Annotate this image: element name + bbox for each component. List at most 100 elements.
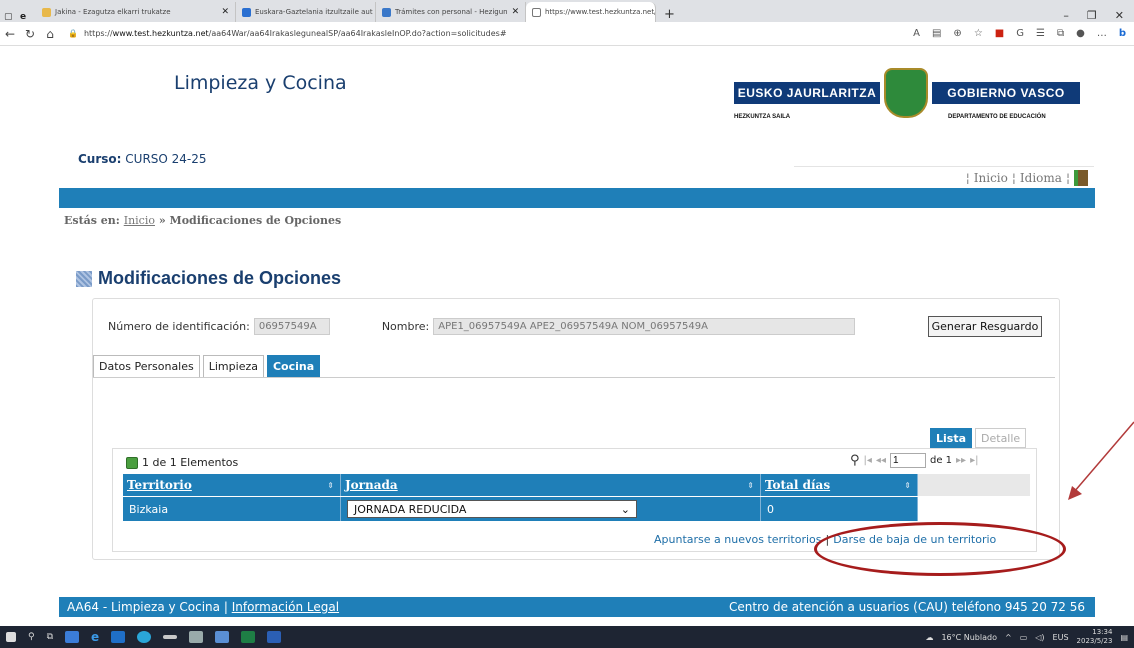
sort-icon: ⇕ <box>327 480 334 490</box>
ie-icon[interactable]: e <box>91 630 99 644</box>
home-icon[interactable]: ⌂ <box>40 27 60 41</box>
browser-tab-bar: ▢ e Jakina - Ezagutza elkarri trukatze ✕ … <box>0 0 1134 22</box>
network-icon[interactable]: ▭ <box>1020 633 1028 642</box>
minimize-icon[interactable]: – <box>1063 9 1069 22</box>
col-territorio[interactable]: Territorio ⇕ <box>123 474 341 496</box>
widgets-icon[interactable] <box>65 631 80 643</box>
tab-cocina[interactable]: Cocina <box>266 355 321 377</box>
edge-taskbar-icon[interactable] <box>137 631 152 643</box>
edge-icon[interactable]: e <box>20 12 36 22</box>
name-label: Nombre: <box>381 320 430 333</box>
new-tab-icon[interactable]: + <box>656 7 683 22</box>
browser-tab-3[interactable]: Trámites con personal - Hezigun ✕ <box>376 2 526 22</box>
clock-date: 2023/5/23 <box>1076 637 1113 645</box>
excel-icon[interactable] <box>241 631 256 643</box>
favorites-icon[interactable]: ☰ <box>1036 28 1045 39</box>
breadcrumb: Estás en: Inicio » Modificaciones de Opc… <box>64 214 341 227</box>
last-page-icon[interactable]: ▸| <box>970 455 978 466</box>
back-icon[interactable]: ← <box>0 27 20 41</box>
clock[interactable]: 13:34 2023/5/23 <box>1077 628 1113 646</box>
immersive-reader-icon[interactable]: ▤ <box>932 28 941 39</box>
start-icon[interactable] <box>6 632 16 642</box>
close-icon[interactable]: ✕ <box>512 7 520 17</box>
close-icon[interactable]: ✕ <box>221 7 229 17</box>
grid-count: 1 de 1 Elementos <box>126 456 238 469</box>
cell-jornada: JORNADA REDUCIDA ⌄ <box>341 497 761 521</box>
bing-icon[interactable]: b <box>1119 28 1126 39</box>
jornada-value: JORNADA REDUCIDA <box>354 502 467 516</box>
col-total-dias[interactable]: Total días ⇕ <box>761 474 918 496</box>
more-icon[interactable]: … <box>1097 28 1107 39</box>
col-label: Territorio <box>127 478 192 492</box>
breadcrumb-home-link[interactable]: Inicio <box>124 214 155 227</box>
col-jornada[interactable]: Jornada ⇕ <box>341 474 761 496</box>
export-grid-icon[interactable] <box>126 456 138 469</box>
first-page-icon[interactable]: |◂ <box>864 455 872 466</box>
course-info: Curso: CURSO 24-25 <box>78 152 207 166</box>
language-indicator[interactable]: EUS <box>1053 633 1069 642</box>
app-icon[interactable] <box>215 631 230 643</box>
refresh-extension-icon[interactable]: G <box>1016 28 1024 39</box>
logo-left-text: EUSKO JAURLARITZA <box>734 82 880 104</box>
prev-page-icon[interactable]: ◂◂ <box>876 455 886 466</box>
highlight-circle <box>814 522 1066 576</box>
url-path: /aa64War/aa64IrakaslegunealSP/aa64Irakas… <box>208 29 507 38</box>
col-filler <box>918 474 1030 496</box>
extension-icon[interactable]: ■ <box>995 28 1004 39</box>
jornada-select[interactable]: JORNADA REDUCIDA ⌄ <box>347 500 637 518</box>
weather-text[interactable]: 16°C Nublado <box>941 633 997 642</box>
title-square-icon <box>76 270 92 287</box>
grid-pager: ⚲ |◂ ◂◂ de 1 ▸▸ ▸| <box>850 453 978 468</box>
volume-icon[interactable]: ◁) <box>1035 633 1044 642</box>
calculator-icon[interactable] <box>189 631 204 643</box>
cell-total-dias: 0 <box>761 497 918 521</box>
window-menu-icon[interactable]: ▢ <box>4 12 20 22</box>
url-field[interactable]: 🔒 https://www.test.hezkuntza.net/aa64War… <box>68 25 913 43</box>
zoom-icon[interactable]: ⊕ <box>953 28 961 39</box>
browser-tab-2[interactable]: Euskara-Gaztelania itzultzaile aut✕ <box>236 2 376 22</box>
toolbar-icons: A ▤ ⊕ ☆ ■ G ☰ ⧉ ● … b <box>913 28 1134 39</box>
tab-label: Euskara-Gaztelania itzultzaile aut <box>255 8 373 16</box>
browser-tab-1[interactable]: Jakina - Ezagutza elkarri trukatze ✕ <box>36 2 236 22</box>
tab-favicon-icon <box>382 7 391 17</box>
join-territories-link[interactable]: Apuntarse a nuevos territorios <box>654 533 822 546</box>
nav-inicio-link[interactable]: Inicio <box>974 171 1008 185</box>
page-number-input[interactable] <box>889 453 926 468</box>
restore-icon[interactable]: ❐ <box>1087 9 1097 22</box>
tab-datos-personales[interactable]: Datos Personales <box>93 355 200 377</box>
collections-icon[interactable]: ⧉ <box>1057 28 1064 39</box>
course-value: CURSO 24-25 <box>125 152 207 166</box>
browser-tab-4[interactable]: https://www.test.hezkuntza.net/a✕ <box>526 2 656 22</box>
search-taskbar-icon[interactable]: ⚲ <box>28 632 35 642</box>
page-total: de 1 <box>929 455 953 466</box>
next-page-icon[interactable]: ▸▸ <box>956 455 966 466</box>
task-view-icon[interactable]: ⧉ <box>47 632 53 642</box>
id-field: 06957549A <box>253 318 330 335</box>
grid-count-text: 1 de 1 Elementos <box>142 456 239 469</box>
nav-idioma-link[interactable]: Idioma <box>1020 171 1062 185</box>
government-logo: EUSKO JAURLARITZA GOBIERNO VASCO HEZKUNT… <box>734 66 1080 126</box>
exit-door-icon[interactable] <box>1074 169 1088 186</box>
search-icon[interactable]: ⚲ <box>850 453 860 468</box>
tab-detalle[interactable]: Detalle <box>975 428 1027 448</box>
notification-icon[interactable]: ▤ <box>1120 633 1128 642</box>
generate-receipt-button[interactable]: Generar Resguardo <box>928 316 1042 337</box>
course-label: Curso: <box>78 152 122 166</box>
read-aloud-icon[interactable]: A <box>913 28 920 39</box>
tab-lista[interactable]: Lista <box>930 428 973 448</box>
pen-icon[interactable] <box>163 635 178 639</box>
table-row[interactable]: Bizkaia JORNADA REDUCIDA ⌄ 0 <box>123 497 1030 521</box>
close-window-icon[interactable]: ✕ <box>1115 9 1124 22</box>
refresh-icon[interactable]: ↻ <box>20 27 40 41</box>
profile-icon[interactable]: ● <box>1076 28 1085 39</box>
header-blue-bar <box>59 188 1095 208</box>
outlook-icon[interactable] <box>111 631 126 643</box>
os-taskbar: ⚲ ⧉ e ☁ 16°C Nublado ^ ▭ ◁) EUS 13:34 20… <box>0 626 1134 648</box>
word-icon[interactable] <box>267 631 282 643</box>
tray-chevron-icon[interactable]: ^ <box>1005 633 1012 642</box>
tab-label: Jakina - Ezagutza elkarri trukatze <box>55 8 171 16</box>
legal-info-link[interactable]: Información Legal <box>232 600 339 614</box>
col-label: Total días <box>765 478 831 492</box>
tab-limpieza[interactable]: Limpieza <box>202 355 264 377</box>
favorite-star-icon[interactable]: ☆ <box>974 28 983 39</box>
